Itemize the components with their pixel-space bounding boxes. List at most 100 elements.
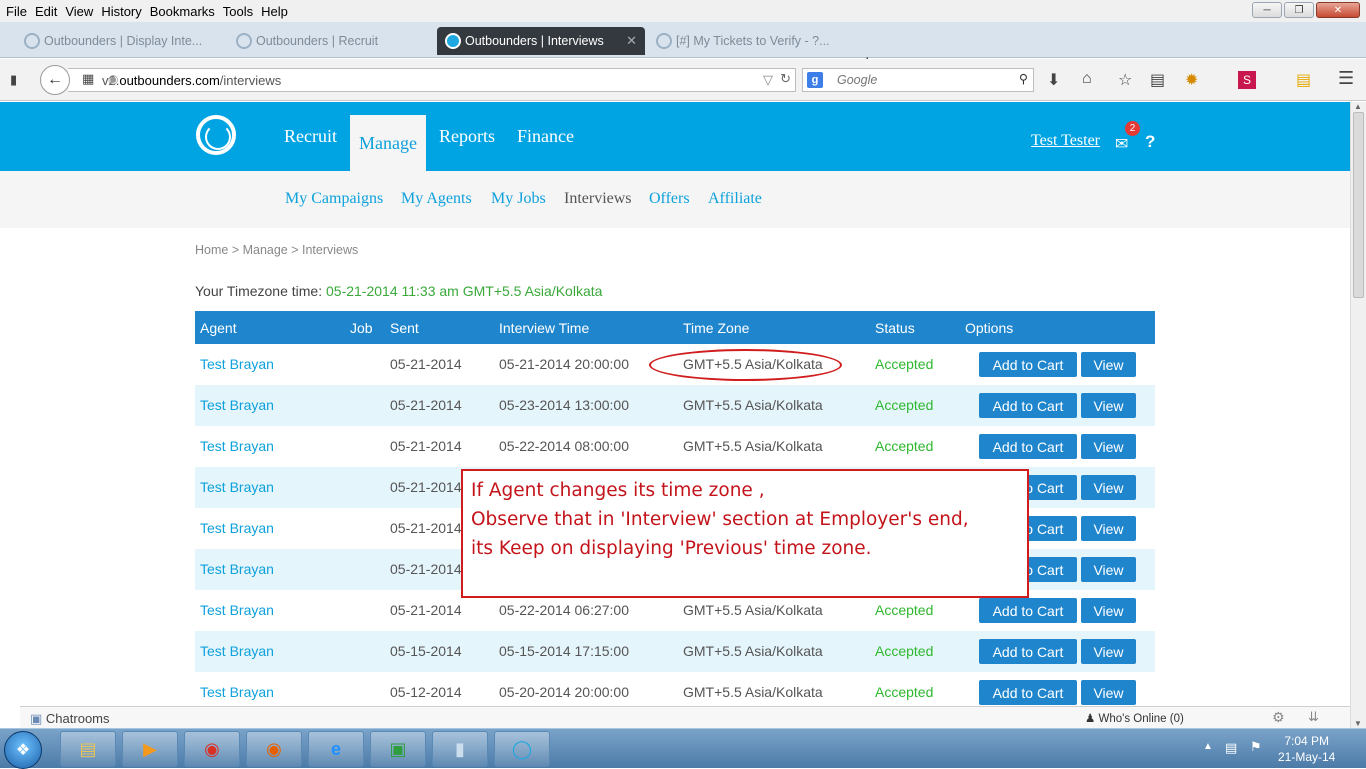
tab-display-interviews[interactable]: Outbounders | Display Inte...: [16, 27, 216, 55]
outbounders-logo-icon[interactable]: [196, 115, 236, 155]
subnav-affiliate[interactable]: Affiliate: [708, 190, 762, 208]
view-button[interactable]: View: [1081, 639, 1136, 664]
callout-line-3: its Keep on displaying 'Previous' time z…: [471, 538, 872, 559]
scroll-up-icon[interactable]: ▲: [1354, 102, 1362, 111]
reload-icon[interactable]: ↻: [780, 71, 791, 87]
menu-icon[interactable]: ☰: [1338, 68, 1354, 89]
s-addon-icon[interactable]: S: [1238, 71, 1256, 89]
agent-link[interactable]: Test Brayan: [200, 356, 274, 372]
subnav-interviews[interactable]: Interviews: [564, 190, 632, 208]
agent-link[interactable]: Test Brayan: [200, 602, 274, 618]
close-tab-icon[interactable]: ✕: [626, 33, 637, 49]
app-green-taskbar-icon[interactable]: ▣: [370, 731, 426, 767]
restore-button[interactable]: ❐: [1284, 2, 1314, 18]
scroll-down-icon[interactable]: ▼: [1354, 719, 1362, 728]
menu-tools[interactable]: Tools: [223, 4, 253, 19]
add-to-cart-button[interactable]: Add to Cart: [979, 680, 1077, 705]
star-icon[interactable]: ☆: [1118, 70, 1132, 90]
clock[interactable]: 7:04 PM 21-May-14: [1278, 733, 1335, 765]
notepad-taskbar-icon[interactable]: ▮: [432, 731, 488, 767]
add-to-cart-button[interactable]: Add to Cart: [979, 639, 1077, 664]
explorer-taskbar-icon[interactable]: ▤: [60, 731, 116, 767]
agent-link[interactable]: Test Brayan: [200, 438, 274, 454]
collapse-icon[interactable]: ⇊: [1308, 709, 1319, 725]
whos-online-button[interactable]: ♟ Who's Online (0): [1085, 711, 1184, 725]
tab-interviews[interactable]: Outbounders | Interviews ✕: [437, 27, 645, 55]
nav-finance[interactable]: Finance: [517, 102, 574, 171]
mail-icon[interactable]: ✉: [1115, 134, 1128, 154]
subnav-my-agents[interactable]: My Agents: [401, 190, 472, 208]
agent-link[interactable]: Test Brayan: [200, 479, 274, 495]
addon-icon[interactable]: ✹: [1185, 70, 1198, 90]
agent-link[interactable]: Test Brayan: [200, 561, 274, 577]
sent-cell: 05-21-2014: [390, 561, 462, 577]
menu-view[interactable]: View: [65, 4, 93, 19]
view-button[interactable]: View: [1081, 434, 1136, 459]
agent-link[interactable]: Test Brayan: [200, 397, 274, 413]
view-button[interactable]: View: [1081, 598, 1136, 623]
view-button[interactable]: View: [1081, 516, 1136, 541]
network-icon[interactable]: ▤: [1225, 740, 1237, 756]
tray-arrow-icon[interactable]: ▲: [1203, 741, 1213, 752]
minimize-button[interactable]: ─: [1252, 2, 1282, 18]
flag-icon[interactable]: ⚑: [1250, 739, 1262, 755]
bookmark-page-icon[interactable]: ▦: [82, 71, 94, 87]
view-button[interactable]: View: [1081, 475, 1136, 500]
search-icon[interactable]: ⚲: [1019, 71, 1028, 86]
tab-tickets[interactable]: [#] My Tickets to Verify - ?...: [648, 27, 848, 55]
tab-label: Outbounders | Interviews: [465, 34, 604, 48]
add-to-cart-button[interactable]: Add to Cart: [979, 434, 1077, 459]
firefox-taskbar-icon[interactable]: ◉: [246, 731, 302, 767]
add-to-cart-button[interactable]: Add to Cart: [979, 598, 1077, 623]
subnav-offers[interactable]: Offers: [649, 190, 690, 208]
tab-recruit[interactable]: Outbounders | Recruit: [228, 27, 428, 55]
ie-taskbar-icon[interactable]: e: [308, 731, 364, 767]
breadcrumb[interactable]: Home > Manage > Interviews: [195, 243, 358, 257]
timezone-label: Your Timezone time:: [195, 283, 323, 299]
dropdown-icon[interactable]: ▽: [763, 72, 773, 88]
vertical-scrollbar[interactable]: ▲ ▼: [1350, 102, 1366, 728]
close-window-button[interactable]: ✕: [1316, 2, 1360, 18]
nav-manage[interactable]: Manage: [350, 115, 426, 171]
notes-icon[interactable]: ▤: [1296, 70, 1311, 90]
add-to-cart-button[interactable]: Add to Cart: [979, 352, 1077, 377]
col-status: Status: [875, 320, 915, 336]
col-options: Options: [965, 320, 1014, 336]
outbounders-taskbar-icon[interactable]: ◯: [494, 731, 550, 767]
subnav-my-jobs[interactable]: My Jobs: [491, 190, 546, 208]
agent-link[interactable]: Test Brayan: [200, 520, 274, 536]
view-button[interactable]: View: [1081, 352, 1136, 377]
user-link[interactable]: Test Tester: [1031, 132, 1100, 150]
menu-history[interactable]: History: [101, 4, 141, 19]
scroll-thumb[interactable]: [1353, 112, 1364, 298]
start-button[interactable]: ❖: [4, 731, 42, 769]
agent-link[interactable]: Test Brayan: [200, 643, 274, 659]
add-to-cart-button[interactable]: Add to Cart: [979, 393, 1077, 418]
chrome-taskbar-icon[interactable]: ◉: [184, 731, 240, 767]
settings-gear-icon[interactable]: ⚙: [1272, 709, 1285, 726]
agent-link[interactable]: Test Brayan: [200, 684, 274, 700]
home-icon[interactable]: ⌂: [1082, 70, 1092, 88]
menu-file[interactable]: File: [6, 4, 27, 19]
download-icon[interactable]: ⬇: [1047, 70, 1060, 90]
chatrooms-button[interactable]: ▣ Chatrooms: [30, 711, 110, 727]
search-input[interactable]: Google ⚲: [802, 68, 1034, 92]
url-bar[interactable]: v2.outbounders.com/interviews ▽ ↻: [68, 68, 796, 92]
time-zone-cell: GMT+5.5 Asia/Kolkata: [683, 684, 823, 700]
menu-help[interactable]: Help: [261, 4, 288, 19]
search-engine-icon[interactable]: g: [807, 72, 823, 88]
media-player-taskbar-icon[interactable]: ▶: [122, 731, 178, 767]
subnav-my-campaigns[interactable]: My Campaigns: [285, 190, 383, 208]
menu-edit[interactable]: Edit: [35, 4, 57, 19]
view-button[interactable]: View: [1081, 557, 1136, 582]
help-icon[interactable]: ?: [1145, 132, 1155, 152]
reading-list-icon[interactable]: ▤: [1150, 70, 1165, 90]
nav-recruit[interactable]: Recruit: [284, 102, 337, 171]
back-button[interactable]: ←: [40, 65, 70, 95]
nav-reports[interactable]: Reports: [439, 102, 495, 171]
tab-label: Outbounders | Display Inte...: [44, 34, 203, 48]
view-button[interactable]: View: [1081, 680, 1136, 705]
menu-bookmarks[interactable]: Bookmarks: [150, 4, 215, 19]
callout-line-2: Observe that in 'Interview' section at E…: [471, 509, 969, 530]
view-button[interactable]: View: [1081, 393, 1136, 418]
